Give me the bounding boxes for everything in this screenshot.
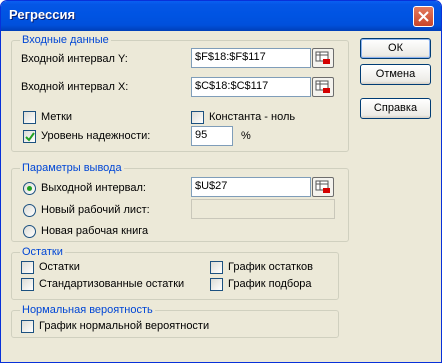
probability-group-title: Нормальная вероятность: [20, 304, 155, 316]
help-button[interactable]: Справка: [360, 98, 431, 119]
new-sheet-label: Новый рабочий лист:: [41, 204, 150, 216]
constant-zero-checkbox[interactable]: [191, 111, 204, 124]
input-group-title: Входные данные: [20, 34, 111, 46]
check-icon: [25, 132, 35, 142]
confidence-level-label: Уровень надежности:: [41, 130, 151, 142]
labels-label: Метки: [41, 111, 73, 123]
new-sheet-input[interactable]: [191, 199, 335, 219]
fit-plot-label: График подбора: [228, 278, 312, 290]
regression-dialog: Регрессия Входные данные Входной интерва…: [0, 0, 442, 363]
x-range-collapse-button[interactable]: [312, 77, 334, 97]
close-button[interactable]: [413, 6, 434, 27]
new-workbook-radio[interactable]: [23, 225, 36, 238]
output-range-radio[interactable]: [23, 182, 36, 195]
residuals-group: Остатки: [11, 246, 339, 300]
y-range-input[interactable]: $F$18:$F$117: [191, 48, 311, 68]
x-range-input[interactable]: $C$18:$C$117: [191, 77, 311, 97]
x-range-label: Входной интервал X:: [21, 81, 129, 93]
range-select-icon: [315, 80, 330, 93]
output-range-input[interactable]: $U$27: [191, 177, 311, 197]
residuals-label: Остатки: [39, 261, 80, 273]
output-group-title: Параметры вывода: [20, 162, 124, 174]
ok-button[interactable]: ОК: [360, 38, 431, 59]
residuals-checkbox[interactable]: [21, 261, 34, 274]
confidence-level-checkbox[interactable]: [23, 130, 36, 143]
residual-plot-label: График остатков: [228, 261, 313, 273]
residuals-group-title: Остатки: [20, 246, 65, 258]
residual-plot-checkbox[interactable]: [210, 261, 223, 274]
radio-selected-dot: [27, 186, 32, 191]
cancel-button[interactable]: Отмена: [360, 64, 431, 85]
y-range-collapse-button[interactable]: [312, 48, 334, 68]
fit-plot-checkbox[interactable]: [210, 278, 223, 291]
percent-label: %: [241, 130, 251, 142]
range-select-icon: [315, 51, 330, 64]
close-icon: [418, 11, 429, 22]
std-residuals-label: Стандартизованные остатки: [39, 278, 185, 290]
constant-zero-label: Константа - ноль: [209, 111, 296, 123]
y-range-label: Входной интервал Y:: [21, 53, 128, 65]
std-residuals-checkbox[interactable]: [21, 278, 34, 291]
dialog-title: Регрессия: [9, 7, 76, 22]
output-range-collapse-button[interactable]: [312, 177, 334, 197]
output-range-label: Выходной интервал:: [41, 182, 146, 194]
confidence-level-input[interactable]: 95: [191, 126, 233, 146]
range-select-icon: [315, 180, 330, 193]
normal-plot-label: График нормальной вероятности: [39, 320, 210, 332]
title-bar[interactable]: Регрессия: [1, 1, 441, 31]
normal-plot-checkbox[interactable]: [21, 320, 34, 333]
new-sheet-radio[interactable]: [23, 204, 36, 217]
new-workbook-label: Новая рабочая книга: [41, 225, 149, 237]
labels-checkbox[interactable]: [23, 111, 36, 124]
